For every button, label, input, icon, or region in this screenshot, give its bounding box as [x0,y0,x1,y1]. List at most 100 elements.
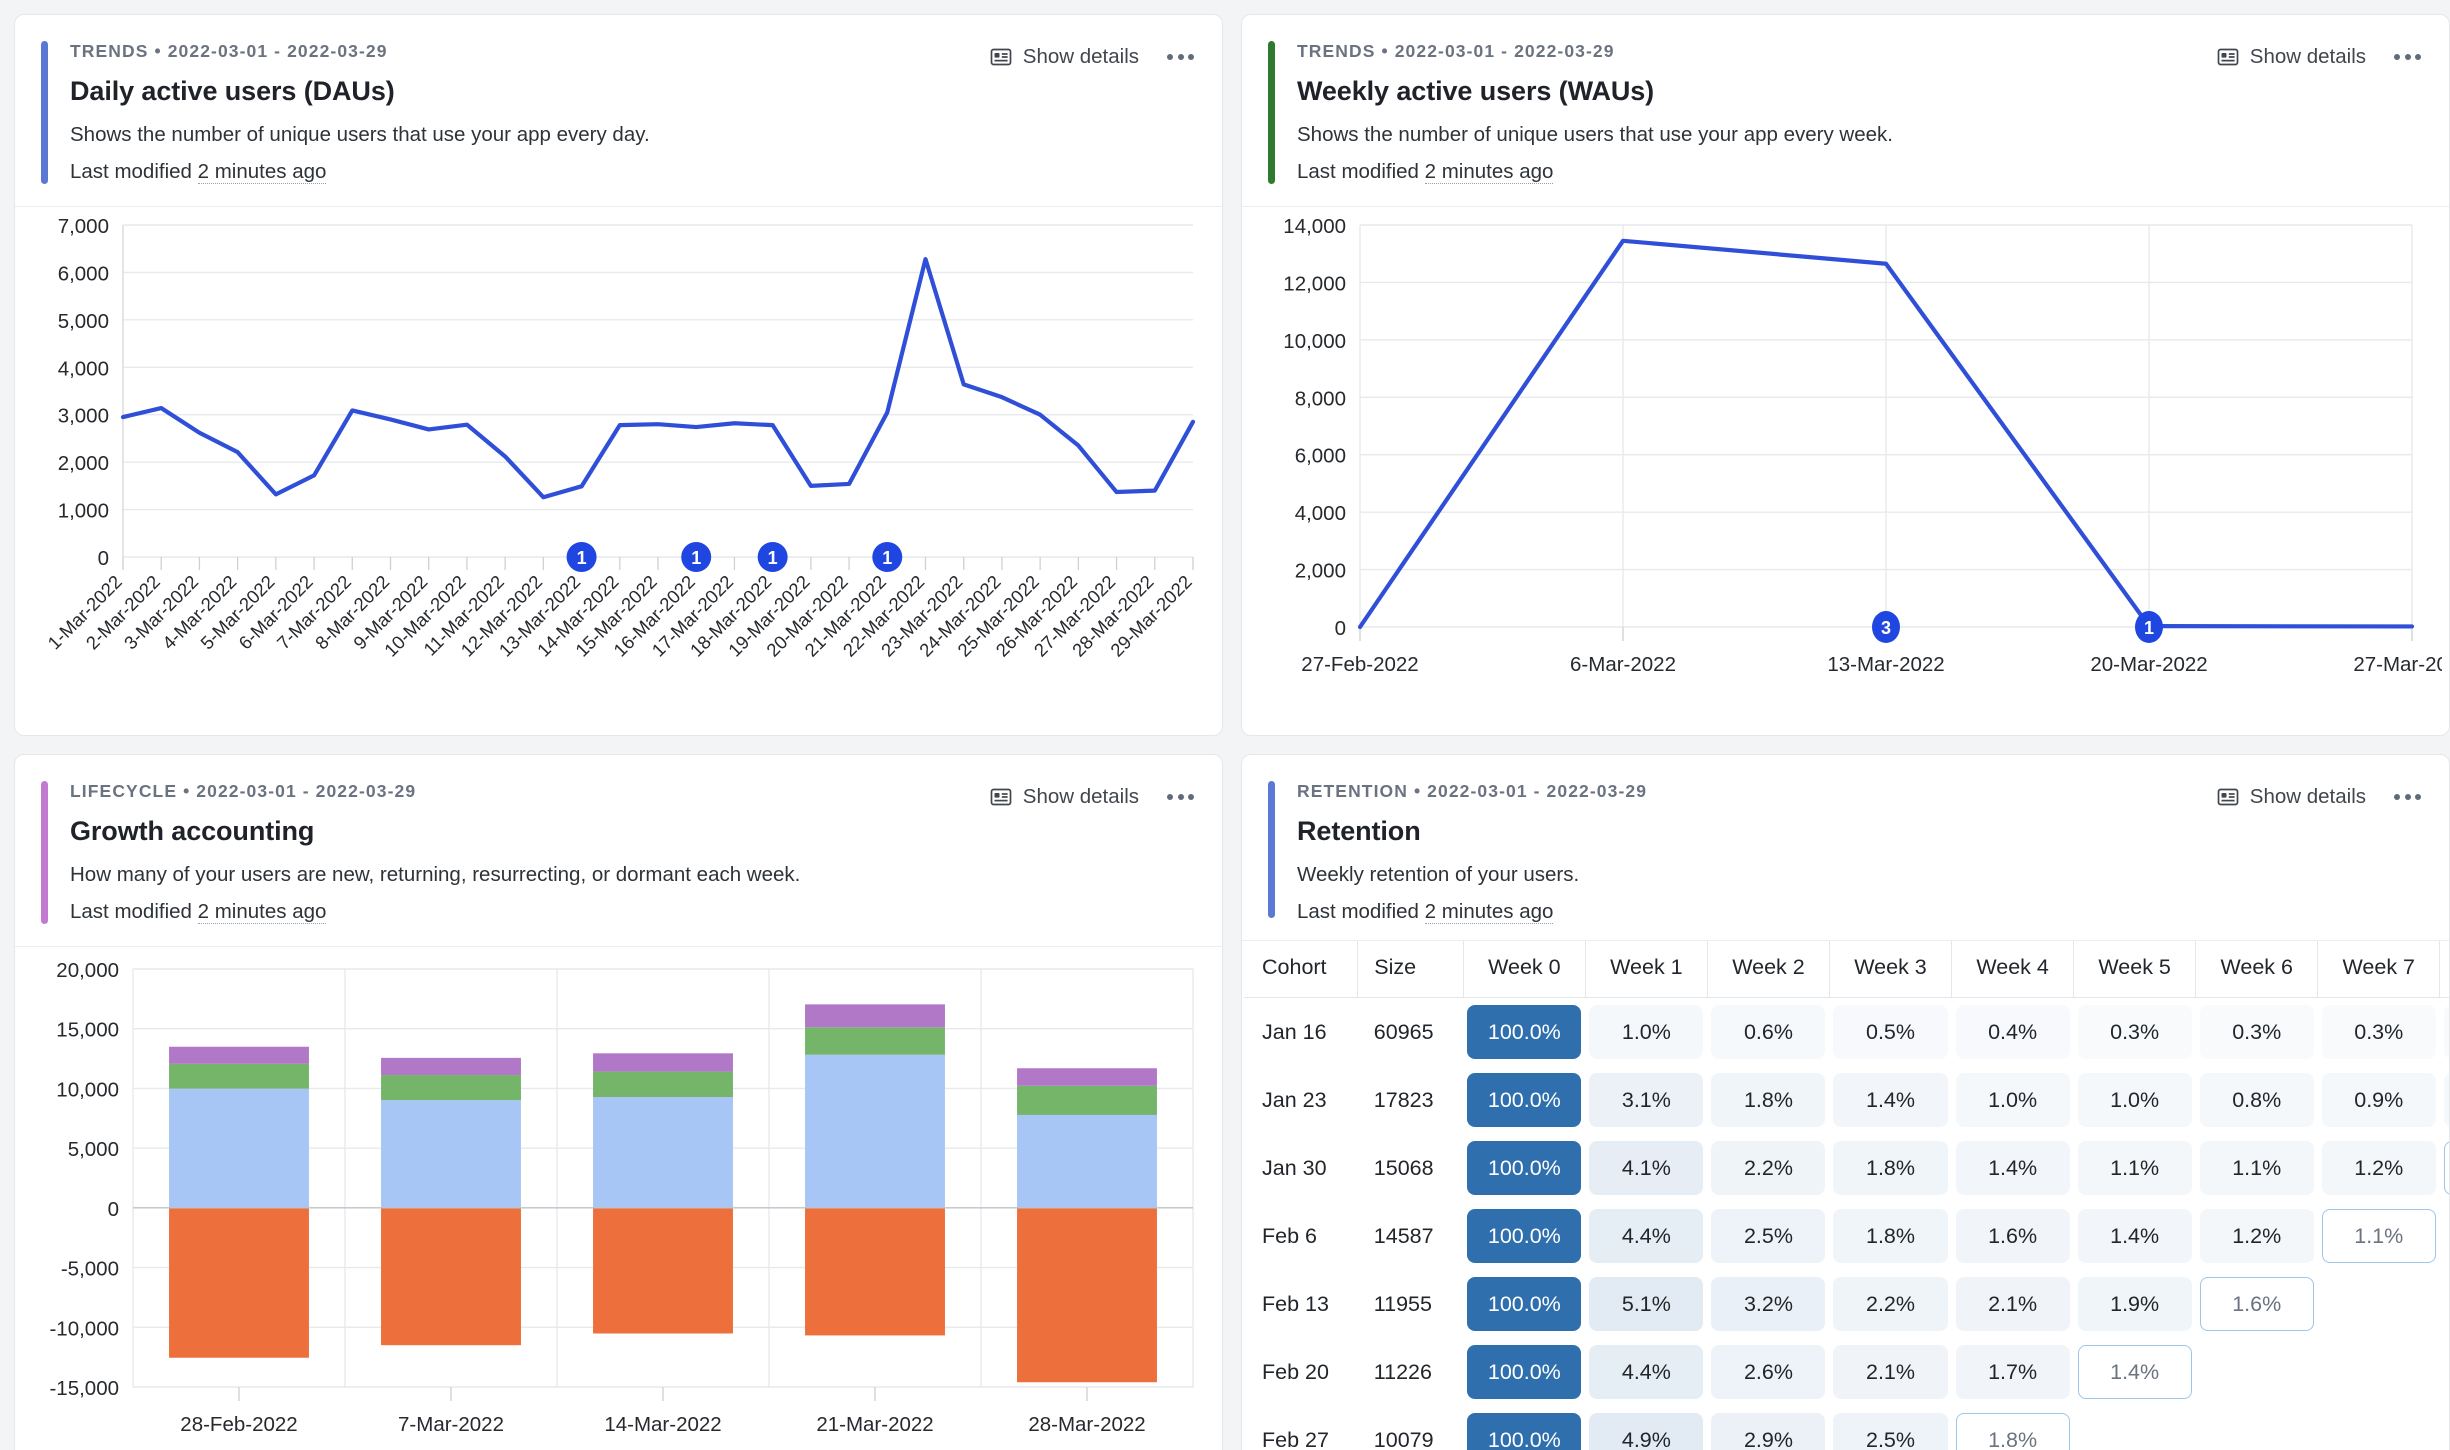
retention-cell[interactable]: 100.0% [1463,1406,1585,1450]
card-eyebrow: RETENTION • 2022-03-01 - 2022-03-29 [1297,781,1648,801]
retention-cell[interactable]: 0.8% [2196,1066,2318,1134]
retention-cell[interactable]: 0.6% [1707,998,1829,1067]
retention-cell[interactable]: 100.0% [1463,1066,1585,1134]
retention-cell[interactable]: 1.0% [1585,998,1707,1067]
retention-cell[interactable]: 100.0% [1463,1270,1585,1338]
retention-cohort-label: Jan 16 [1262,1019,1327,1044]
retention-cell[interactable]: 0.9% [2440,1066,2449,1134]
wau-line-chart: 0 2,000 4,000 6,000 8,000 10,000 12,000 14,000 2… [1283,215,2442,676]
retention-cell[interactable]: 2.9% [1707,1406,1829,1450]
retention-cell[interactable]: 100.0% [1463,1202,1585,1270]
retention-cell[interactable]: 1.1% [2074,1134,2196,1202]
retention-cell[interactable]: 5.1% [1585,1270,1707,1338]
retention-cell[interactable]: 1.6% [2196,1270,2318,1338]
more-options-icon[interactable] [1165,48,1196,66]
retention-col-header: Cohort [1244,941,1359,998]
retention-cell[interactable] [2196,1406,2318,1450]
show-details-button[interactable]: Show details [989,45,1139,69]
retention-cell[interactable]: 100.0% [1463,1134,1585,1202]
retention-cell[interactable]: 0.9% [2318,1066,2440,1134]
show-details-button[interactable]: Show details [2216,785,2366,809]
retention-value: 2.1% [1833,1345,1948,1399]
last-modified-prefix: Last modified [70,900,198,923]
retention-cell[interactable]: 1.0% [1952,1066,2074,1134]
svg-text:13-Mar-2022: 13-Mar-2022 [1827,653,1944,676]
retention-cell[interactable]: 1.1% [2196,1134,2318,1202]
retention-cell[interactable]: 3.2% [1707,1270,1829,1338]
retention-value: 2.5% [1711,1209,1826,1263]
retention-cell[interactable]: 2.1% [1952,1270,2074,1338]
table-row: Jan 16 60965 100.0% 1.0% 0.6% 0.5% 0.4% 0.3% 0.3… [1244,998,2449,1067]
retention-cell[interactable]: 1.2% [2318,1134,2440,1202]
retention-cell[interactable] [2440,1338,2449,1406]
svg-text:0: 0 [108,1198,119,1221]
retention-cell[interactable]: 1.1% [2318,1202,2440,1270]
retention-cell[interactable]: 1.6% [1952,1202,2074,1270]
retention-cell[interactable]: 0.3% [2318,998,2440,1067]
retention-cell[interactable]: 3.1% [1585,1066,1707,1134]
retention-cell[interactable]: 1.4% [2074,1338,2196,1406]
retention-cell[interactable]: 4.4% [1585,1338,1707,1406]
svg-text:-5,000: -5,000 [61,1258,119,1281]
retention-cell[interactable]: 1.8% [1707,1066,1829,1134]
retention-cell[interactable] [2318,1270,2440,1338]
svg-text:6-Mar-2022: 6-Mar-2022 [1570,653,1676,676]
retention-cell[interactable]: 2.2% [1707,1134,1829,1202]
retention-cell[interactable]: 1.2% [2196,1202,2318,1270]
retention-cell[interactable]: 1.4% [2074,1202,2196,1270]
retention-cell[interactable]: 1.0% [2074,1066,2196,1134]
retention-cell[interactable]: 0.3% [2074,998,2196,1067]
more-options-icon[interactable] [1165,788,1196,806]
retention-cell[interactable] [2074,1406,2196,1450]
retention-col-header: Week 7 [2317,941,2441,998]
svg-text:15,000: 15,000 [56,1019,119,1042]
retention-cell[interactable] [2318,1338,2440,1406]
retention-value: 4.4% [1589,1345,1704,1399]
retention-cell[interactable]: 4.4% [1585,1202,1707,1270]
retention-cell[interactable]: 1.4% [1829,1066,1951,1134]
retention-cell[interactable]: 1.9% [2074,1270,2196,1338]
retention-cell[interactable]: 1.8% [1829,1134,1951,1202]
last-modified-value: 2 minutes ago [197,160,327,184]
retention-cell[interactable]: 1.8% [1829,1202,1951,1270]
retention-cell[interactable]: 2.6% [1707,1338,1829,1406]
retention-cell[interactable]: 1.4% [1952,1134,2074,1202]
svg-text:0: 0 [1335,617,1346,640]
retention-cell[interactable]: 1.7% [1952,1338,2074,1406]
svg-text:4,000: 4,000 [1295,502,1346,525]
growth-accounting-bar-chart: -15,000 -10,000 -5,000 0 5,000 10,000 15,000 20… [49,959,1194,1436]
show-details-button[interactable]: Show details [989,785,1139,809]
accent-bar [1268,781,1275,918]
retention-value: 100.0% [1467,1005,1582,1059]
retention-cell[interactable]: 2.5% [1707,1202,1829,1270]
retention-cell[interactable] [2318,1406,2440,1450]
retention-cell[interactable]: 0.3% [2440,998,2449,1067]
retention-cell[interactable]: 0.9% [2440,1134,2449,1202]
more-options-icon[interactable] [2392,48,2423,66]
retention-cell[interactable]: 1.8% [1952,1406,2074,1450]
retention-col-header: Week 0 [1463,941,1586,998]
retention-cohort-label: Feb 13 [1262,1291,1329,1316]
retention-value: 1.8% [1833,1141,1948,1195]
retention-cell[interactable]: 2.1% [1829,1338,1951,1406]
retention-cell[interactable] [2440,1202,2449,1270]
retention-cell[interactable] [2196,1338,2318,1406]
retention-cell[interactable]: 0.3% [2196,998,2318,1067]
svg-text:1: 1 [2144,618,2154,638]
retention-cell[interactable]: 100.0% [1463,1338,1585,1406]
retention-cell[interactable]: 2.2% [1829,1270,1951,1338]
retention-table-body[interactable]: Cohort Size Week 0 Week 1 Week 2 Week 3 Week 4… [1242,941,2449,1450]
show-details-button[interactable]: Show details [2216,45,2366,69]
retention-cell[interactable]: 4.1% [1585,1134,1707,1202]
retention-cell[interactable]: 0.5% [1829,998,1951,1067]
retention-cell[interactable]: 2.5% [1829,1406,1951,1450]
retention-cell[interactable] [2440,1406,2449,1450]
svg-text:28-Feb-2022: 28-Feb-2022 [180,1413,297,1436]
retention-cell[interactable] [2440,1270,2449,1338]
retention-cell[interactable]: 100.0% [1463,998,1585,1067]
retention-cell[interactable]: 0.4% [1952,998,2074,1067]
card-title: Daily active users (DAUs) [70,76,395,106]
retention-cell[interactable]: 4.9% [1585,1406,1707,1450]
more-options-icon[interactable] [2392,788,2423,806]
retention-value: 1.2% [2199,1209,2314,1263]
